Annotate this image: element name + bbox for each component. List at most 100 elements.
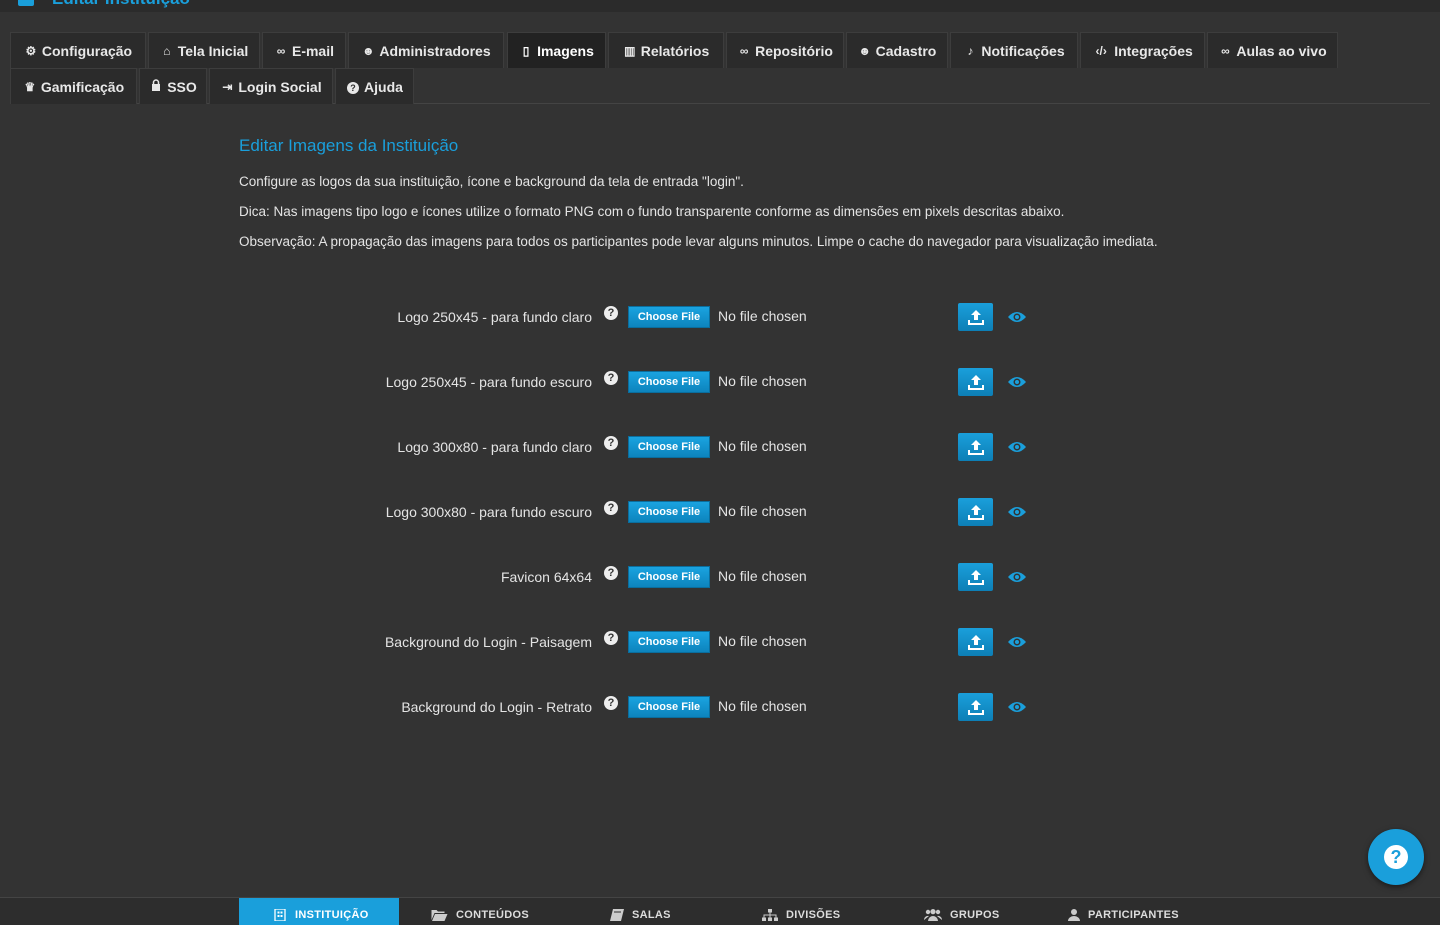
choose-file-button[interactable]: Choose File <box>628 436 710 458</box>
tab-gamificacao[interactable]: ♛ Gamificação <box>10 68 137 104</box>
tab-sso[interactable]: SSO <box>139 68 207 104</box>
eye-icon[interactable] <box>1007 635 1027 649</box>
nav-grupos[interactable]: GRUPOS <box>924 898 1034 925</box>
choose-file-button[interactable]: Choose File <box>628 306 710 328</box>
choose-file-button[interactable]: Choose File <box>628 501 710 523</box>
help-icon[interactable]: ? <box>604 436 618 450</box>
institution-icon <box>18 0 34 6</box>
tab-label: Ajuda <box>364 78 403 95</box>
folder-open-icon <box>431 910 448 921</box>
file-status: No file chosen <box>718 568 807 584</box>
help-icon[interactable]: ? <box>604 371 618 385</box>
eye-icon[interactable] <box>1007 505 1027 519</box>
eye-icon[interactable] <box>1007 310 1027 324</box>
eye-icon[interactable] <box>1007 570 1027 584</box>
upload-label: Logo 300x80 - para fundo escuro <box>385 504 592 520</box>
code-icon: ‹/› <box>1095 43 1107 58</box>
upload-icon <box>967 634 984 650</box>
tab-notificacoes[interactable]: ♪ Notificações <box>950 32 1078 68</box>
trophy-icon: ♛ <box>24 79 36 94</box>
upload-row: Logo 300x80 - para fundo escuro? Choose F… <box>0 496 1440 526</box>
tab-aulas-ao-vivo[interactable]: ∞ Aulas ao vivo <box>1207 32 1338 68</box>
user-icon <box>1068 909 1080 921</box>
nav-participantes[interactable]: PARTICIPANTES <box>1068 898 1208 925</box>
tab-login-social[interactable]: ⇥ Login Social <box>209 68 333 104</box>
help-icon[interactable]: ? <box>604 306 618 320</box>
tab-label: Notificações <box>981 42 1065 59</box>
upload-label: Logo 250x45 - para fundo claro <box>397 309 592 325</box>
upload-icon <box>967 504 984 520</box>
bell-icon: ♪ <box>967 43 974 58</box>
tab-repositorio[interactable]: ∞ Repositório <box>726 32 844 68</box>
tab-label: Login Social <box>238 78 322 95</box>
note-text: Observação: A propagação das imagens par… <box>239 234 1158 249</box>
tab-relatorios[interactable]: ▥ Relatórios <box>608 32 724 68</box>
upload-button[interactable] <box>958 433 993 461</box>
upload-button[interactable] <box>958 498 993 526</box>
upload-button[interactable] <box>958 563 993 591</box>
sitemap-icon <box>762 909 778 921</box>
nav-label: GRUPOS <box>950 909 1000 921</box>
file-status: No file chosen <box>718 438 807 454</box>
upload-icon <box>967 374 984 390</box>
help-icon[interactable]: ? <box>604 696 618 710</box>
tab-ajuda[interactable]: ? Ajuda <box>335 68 414 104</box>
nav-label: CONTEÚDOS <box>456 909 529 921</box>
tab-imagens[interactable]: ▯ Imagens <box>507 32 606 68</box>
link-icon: ∞ <box>1221 43 1230 58</box>
upload-label: Favicon 64x64 <box>500 569 592 585</box>
tab-configuracao[interactable]: ⚙ Configuração <box>10 32 146 68</box>
tip-text: Dica: Nas imagens tipo logo e ícones uti… <box>239 204 1065 219</box>
upload-icon <box>967 699 984 715</box>
tab-label: Imagens <box>537 42 594 59</box>
nav-conteudos[interactable]: CONTEÚDOS <box>431 898 571 925</box>
upload-icon <box>967 569 984 585</box>
upload-button[interactable] <box>958 628 993 656</box>
user-icon: ☻ <box>858 43 871 58</box>
help-button[interactable]: ? <box>1368 829 1424 885</box>
choose-file-button[interactable]: Choose File <box>628 631 710 653</box>
eye-icon[interactable] <box>1007 700 1027 714</box>
lock-icon <box>149 79 163 94</box>
upload-row: Background do Login - Retrato? Choose Fil… <box>0 691 1440 721</box>
nav-label: PARTICIPANTES <box>1088 909 1179 921</box>
tab-administradores[interactable]: ☻ Administradores <box>348 32 504 68</box>
tab-tela-inicial[interactable]: ⌂ Tela Inicial <box>148 32 260 68</box>
tab-email[interactable]: ∞ E-mail <box>262 32 346 68</box>
choose-file-button[interactable]: Choose File <box>628 696 710 718</box>
link-icon: ∞ <box>739 43 749 58</box>
upload-row: Logo 250x45 - para fundo escuro? Choose F… <box>0 366 1440 396</box>
bar-chart-icon: ▥ <box>624 43 636 58</box>
choose-file-button[interactable]: Choose File <box>628 371 710 393</box>
help-icon[interactable]: ? <box>604 566 618 580</box>
upload-icon <box>967 439 984 455</box>
file-status: No file chosen <box>718 308 807 324</box>
nav-divisoes[interactable]: DIVISÕES <box>762 898 882 925</box>
cogs-icon: ⚙ <box>25 43 37 58</box>
nav-salas[interactable]: SALAS <box>610 898 720 925</box>
upload-icon <box>967 309 984 325</box>
upload-label: Logo 250x45 - para fundo escuro <box>385 374 592 390</box>
file-status: No file chosen <box>718 373 807 389</box>
help-icon[interactable]: ? <box>604 631 618 645</box>
users-icon: ☻ <box>362 43 375 58</box>
tab-label: E-mail <box>291 42 334 59</box>
tab-cadastro[interactable]: ☻ Cadastro <box>846 32 948 68</box>
tab-label: SSO <box>167 78 197 95</box>
eye-icon[interactable] <box>1007 375 1027 389</box>
tab-integracoes[interactable]: ‹/› Integrações <box>1080 32 1205 68</box>
file-status: No file chosen <box>718 698 807 714</box>
upload-button[interactable] <box>958 693 993 721</box>
nav-instituicao[interactable]: INSTITUIÇÃO <box>239 898 399 925</box>
upload-button[interactable] <box>958 303 993 331</box>
upload-label: Background do Login - Retrato <box>401 699 592 715</box>
upload-row: Favicon 64x64? Choose File No file chosen <box>0 561 1440 591</box>
choose-file-button[interactable]: Choose File <box>628 566 710 588</box>
tab-label: Gamificação <box>40 78 125 95</box>
upload-button[interactable] <box>958 368 993 396</box>
window-title: Editar Instituição <box>52 0 190 9</box>
help-icon[interactable]: ? <box>604 501 618 515</box>
question-circle-icon: ? <box>346 80 360 94</box>
upload-label: Logo 300x80 - para fundo claro <box>397 439 592 455</box>
eye-icon[interactable] <box>1007 440 1027 454</box>
